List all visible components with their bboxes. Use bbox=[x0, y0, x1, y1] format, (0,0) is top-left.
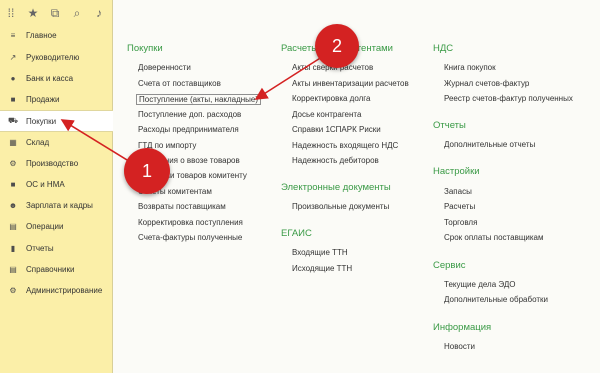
sidebar-item-label: Руководителю bbox=[26, 52, 80, 62]
link-purchase-book[interactable]: Книга покупок bbox=[444, 63, 496, 72]
book-icon: ▤ bbox=[9, 264, 17, 274]
sidebar-item-label: Отчеты bbox=[26, 243, 54, 253]
sidebar: ⁞⁞ ★ ⧉ ⌕ ♪ ≡ Главное ↗ Руководителю ● Ба… bbox=[0, 0, 113, 373]
sidebar-item-operations[interactable]: ▤ Операции bbox=[0, 216, 112, 236]
step-badge-2: 2 bbox=[315, 24, 359, 68]
warehouse-icon: ▦ bbox=[9, 137, 17, 147]
link-powers-of-attorney[interactable]: Доверенности bbox=[138, 63, 191, 72]
sidebar-item-catalogs[interactable]: ▤ Справочники bbox=[0, 259, 112, 279]
link-receipts[interactable]: Поступление (акты, накладные) bbox=[136, 94, 262, 105]
person-icon: ☻ bbox=[8, 200, 18, 210]
link-news[interactable]: Новости bbox=[444, 342, 475, 351]
sidebar-item-label: Зарплата и кадры bbox=[26, 200, 93, 210]
bag-icon: ■ bbox=[10, 94, 16, 104]
history-icon[interactable]: ⧉ bbox=[44, 2, 66, 24]
factory-icon: ⚙ bbox=[9, 158, 17, 168]
link-entrepreneur-expenses[interactable]: Расходы предпринимателя bbox=[138, 125, 239, 134]
star-icon[interactable]: ★ bbox=[22, 2, 44, 24]
truck-icon: ■ bbox=[10, 179, 16, 189]
sidebar-item-reports[interactable]: ▮ Отчеты bbox=[0, 238, 112, 258]
sidebar-item-main[interactable]: ≡ Главное bbox=[0, 25, 112, 45]
sidebar-item-label: Производство bbox=[26, 158, 79, 168]
toolbar: ⁞⁞ ★ ⧉ ⌕ ♪ bbox=[0, 0, 112, 26]
sidebar-item-label: Банк и касса bbox=[26, 73, 74, 83]
sidebar-item-label: Склад bbox=[26, 137, 50, 147]
link-incoming-ttn[interactable]: Входящие ТТН bbox=[292, 248, 348, 257]
link-invoice-registry[interactable]: Реестр счетов-фактур полученных bbox=[444, 94, 573, 103]
gear-icon: ⚙ bbox=[9, 285, 17, 295]
sidebar-item-payroll[interactable]: ☻ Зарплата и кадры bbox=[0, 195, 112, 215]
bell-icon[interactable]: ♪ bbox=[88, 2, 110, 24]
sidebar-item-assets[interactable]: ■ ОС и НМА bbox=[0, 174, 112, 194]
link-additional-costs[interactable]: Поступление доп. расходов bbox=[138, 110, 241, 119]
link-receipt-adjustment[interactable]: Корректировка поступления bbox=[138, 218, 243, 227]
sidebar-item-bank[interactable]: ● Банк и касса bbox=[0, 68, 112, 88]
section-title-vat: НДС bbox=[433, 43, 454, 54]
search-icon[interactable]: ⌕ bbox=[66, 2, 88, 24]
sidebar-item-purchases[interactable]: ⛟ Покупки bbox=[0, 110, 113, 132]
sidebar-item-label: ОС и НМА bbox=[26, 179, 65, 189]
section-title-service: Сервис bbox=[433, 260, 466, 271]
link-invoice-journal[interactable]: Журнал счетов-фактур bbox=[444, 79, 529, 88]
bar-chart-icon: ▮ bbox=[10, 243, 16, 253]
link-payment-terms[interactable]: Срок оплаты поставщикам bbox=[444, 233, 544, 242]
link-counterparty-dossier[interactable]: Досье контрагента bbox=[292, 110, 361, 119]
section-title-egais: ЕГАИС bbox=[281, 228, 312, 239]
chart-up-icon: ↗ bbox=[9, 52, 17, 62]
grid-icon[interactable]: ⁞⁞ bbox=[0, 2, 22, 24]
sidebar-item-admin[interactable]: ⚙ Администрирование bbox=[0, 280, 112, 300]
sidebar-item-label: Покупки bbox=[26, 116, 57, 126]
section-title-purchases: Покупки bbox=[127, 43, 163, 54]
coin-icon: ● bbox=[10, 73, 16, 83]
sidebar-item-director[interactable]: ↗ Руководителю bbox=[0, 47, 112, 67]
link-debt-adjustment[interactable]: Корректировка долга bbox=[292, 94, 370, 103]
link-spark-risks[interactable]: Справки 1СПАРК Риски bbox=[292, 125, 381, 134]
sidebar-item-label: Продажи bbox=[26, 94, 60, 104]
link-additional-reports[interactable]: Дополнительные отчеты bbox=[444, 140, 535, 149]
sidebar-item-sales[interactable]: ■ Продажи bbox=[0, 89, 112, 109]
link-settlement-settings[interactable]: Расчеты bbox=[444, 202, 475, 211]
link-received-invoices[interactable]: Счета-фактуры полученные bbox=[138, 233, 242, 242]
section-title-info: Информация bbox=[433, 322, 492, 333]
section-title-reports: Отчеты bbox=[433, 120, 466, 131]
link-arbitrary-documents[interactable]: Произвольные документы bbox=[292, 202, 389, 211]
sidebar-item-production[interactable]: ⚙ Производство bbox=[0, 153, 112, 173]
ledger-icon: ▤ bbox=[9, 221, 17, 231]
link-debtor-reliability[interactable]: Надежность дебиторов bbox=[292, 156, 379, 165]
section-title-edocs: Электронные документы bbox=[281, 182, 391, 193]
link-edo-tasks[interactable]: Текущие дела ЭДО bbox=[444, 280, 516, 289]
sidebar-item-label: Администрирование bbox=[26, 285, 103, 295]
link-supplier-invoices[interactable]: Счета от поставщиков bbox=[138, 79, 221, 88]
sidebar-item-warehouse[interactable]: ▦ Склад bbox=[0, 132, 112, 152]
menu-icon: ≡ bbox=[10, 30, 16, 40]
link-additional-processing[interactable]: Дополнительные обработки bbox=[444, 295, 548, 304]
sidebar-item-label: Операции bbox=[26, 221, 64, 231]
step-badge-1: 1 bbox=[124, 148, 170, 194]
sidebar-item-label: Главное bbox=[26, 30, 57, 40]
link-inventory-acts[interactable]: Акты инвентаризации расчетов bbox=[292, 79, 409, 88]
sidebar-item-label: Справочники bbox=[26, 264, 75, 274]
link-outgoing-ttn[interactable]: Исходящие ТТН bbox=[292, 264, 352, 273]
link-returns-to-suppliers[interactable]: Возвраты поставщикам bbox=[138, 202, 226, 211]
cart-icon: ⛟ bbox=[7, 116, 19, 125]
section-title-settings: Настройки bbox=[433, 166, 480, 177]
link-trade-settings[interactable]: Торговля bbox=[444, 218, 477, 227]
link-incoming-vat-reliability[interactable]: Надежность входящего НДС bbox=[292, 141, 398, 150]
link-inventory-settings[interactable]: Запасы bbox=[444, 187, 472, 196]
